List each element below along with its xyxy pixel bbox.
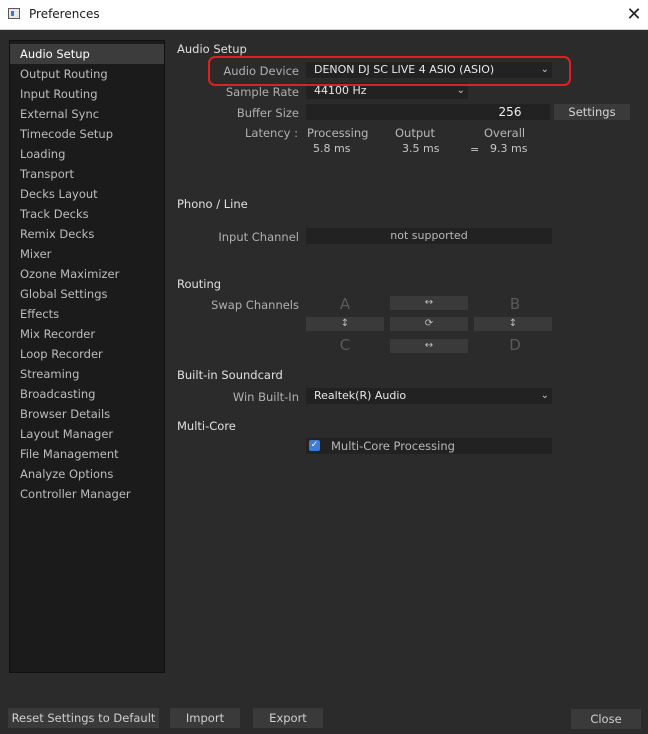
latency-equals-sign: = bbox=[470, 143, 480, 156]
close-button[interactable]: Close bbox=[571, 709, 641, 729]
sidebar-item-mixer[interactable]: Mixer bbox=[10, 244, 164, 264]
export-button[interactable]: Export bbox=[253, 708, 323, 728]
win-builtin-value: Realtek(R) Audio bbox=[314, 389, 407, 402]
sidebar-item-streaming[interactable]: Streaming bbox=[10, 364, 164, 384]
section-heading-builtin-soundcard: Built-in Soundcard bbox=[177, 368, 283, 382]
sidebar-item-input-routing[interactable]: Input Routing bbox=[10, 84, 164, 104]
sidebar-item-decks-layout[interactable]: Decks Layout bbox=[10, 184, 164, 204]
sidebar-item-ozone-maximizer[interactable]: Ozone Maximizer bbox=[10, 264, 164, 284]
preferences-nav: Audio Setup Output Routing Input Routing Ex… bbox=[9, 40, 165, 673]
chevron-down-icon: ⌄ bbox=[540, 390, 549, 401]
overall-value: 9.3 ms bbox=[490, 142, 528, 155]
processing-label: Processing bbox=[307, 126, 369, 140]
overall-label: Overall bbox=[484, 126, 526, 140]
sidebar-item-loading[interactable]: Loading bbox=[10, 144, 164, 164]
section-heading-routing: Routing bbox=[177, 277, 222, 291]
window-title: Preferences bbox=[29, 7, 100, 21]
win-builtin-label: Win Built-In bbox=[232, 390, 299, 404]
section-heading-audio-setup: Audio Setup bbox=[177, 42, 247, 56]
swap-a-b-button[interactable]: ↔ bbox=[390, 296, 468, 310]
sidebar-item-layout-manager[interactable]: Layout Manager bbox=[10, 424, 164, 444]
sidebar-item-timecode-setup[interactable]: Timecode Setup bbox=[10, 124, 164, 144]
sample-rate-label: Sample Rate bbox=[225, 85, 299, 99]
close-window-button[interactable]: ✕ bbox=[620, 0, 648, 29]
buffer-size-label: Buffer Size bbox=[236, 106, 299, 120]
output-value: 3.5 ms bbox=[402, 142, 440, 155]
output-label: Output bbox=[395, 126, 435, 140]
processing-value: 5.8 ms bbox=[313, 142, 351, 155]
multi-core-checkbox[interactable]: ✓ bbox=[309, 440, 320, 451]
audio-device-dropdown[interactable]: DENON DJ SC LIVE 4 ASIO (ASIO) ⌄ bbox=[306, 62, 552, 78]
preferences-window-icon bbox=[8, 8, 20, 19]
swap-channels-label: Swap Channels bbox=[211, 298, 299, 312]
sidebar-item-audio-setup[interactable]: Audio Setup bbox=[10, 44, 164, 64]
sample-rate-dropdown[interactable]: 44100 Hz ⌄ bbox=[306, 83, 468, 99]
win-builtin-dropdown[interactable]: Realtek(R) Audio ⌄ bbox=[306, 388, 552, 404]
channel-b-label: B bbox=[509, 295, 521, 313]
sidebar-item-loop-recorder[interactable]: Loop Recorder bbox=[10, 344, 164, 364]
swap-b-d-button[interactable]: ↕ bbox=[474, 317, 552, 331]
chevron-down-icon: ⌄ bbox=[456, 85, 465, 96]
multi-core-row[interactable]: ✓ Multi-Core Processing bbox=[306, 438, 552, 454]
audio-device-label: Audio Device bbox=[223, 64, 299, 78]
chevron-down-icon: ⌄ bbox=[540, 64, 549, 75]
buffer-size-value: 256 bbox=[498, 105, 522, 119]
sidebar-item-mix-recorder[interactable]: Mix Recorder bbox=[10, 324, 164, 344]
section-heading-phono-line: Phono / Line bbox=[177, 197, 248, 211]
title-bar: Preferences ✕ bbox=[0, 0, 648, 30]
sample-rate-value: 44100 Hz bbox=[314, 84, 367, 97]
sidebar-item-external-sync[interactable]: External Sync bbox=[10, 104, 164, 124]
section-heading-multi-core: Multi-Core bbox=[177, 419, 236, 433]
import-button[interactable]: Import bbox=[170, 708, 240, 728]
swap-c-d-button[interactable]: ↔ bbox=[390, 339, 468, 353]
sidebar-item-broadcasting[interactable]: Broadcasting bbox=[10, 384, 164, 404]
input-channel-field: not supported bbox=[306, 228, 552, 244]
channel-c-label: C bbox=[339, 336, 351, 354]
channel-d-label: D bbox=[509, 336, 521, 354]
sidebar-item-file-management[interactable]: File Management bbox=[10, 444, 164, 464]
sidebar-item-global-settings[interactable]: Global Settings bbox=[10, 284, 164, 304]
channel-a-label: A bbox=[339, 295, 351, 313]
sidebar-item-remix-decks[interactable]: Remix Decks bbox=[10, 224, 164, 244]
sidebar-item-analyze-options[interactable]: Analyze Options bbox=[10, 464, 164, 484]
buffer-settings-button[interactable]: Settings bbox=[554, 104, 630, 120]
sidebar-item-controller-manager[interactable]: Controller Manager bbox=[10, 484, 164, 504]
swap-a-c-button[interactable]: ↕ bbox=[306, 317, 384, 331]
multi-core-label: Multi-Core Processing bbox=[331, 439, 455, 453]
sidebar-item-track-decks[interactable]: Track Decks bbox=[10, 204, 164, 224]
reset-settings-button[interactable]: Reset Settings to Default bbox=[8, 708, 159, 728]
input-channel-label: Input Channel bbox=[218, 230, 299, 244]
audio-setup-panel: Audio Setup Audio Device DENON DJ SC LIV… bbox=[172, 36, 640, 686]
sidebar-item-effects[interactable]: Effects bbox=[10, 304, 164, 324]
latency-label: Latency : bbox=[245, 126, 298, 140]
sidebar-item-browser-details[interactable]: Browser Details bbox=[10, 404, 164, 424]
rotate-channels-button[interactable]: ⟳ bbox=[390, 317, 468, 331]
sidebar-item-transport[interactable]: Transport bbox=[10, 164, 164, 184]
buffer-size-slider[interactable]: 256 bbox=[306, 104, 550, 120]
sidebar-item-output-routing[interactable]: Output Routing bbox=[10, 64, 164, 84]
audio-device-value: DENON DJ SC LIVE 4 ASIO (ASIO) bbox=[314, 63, 495, 76]
